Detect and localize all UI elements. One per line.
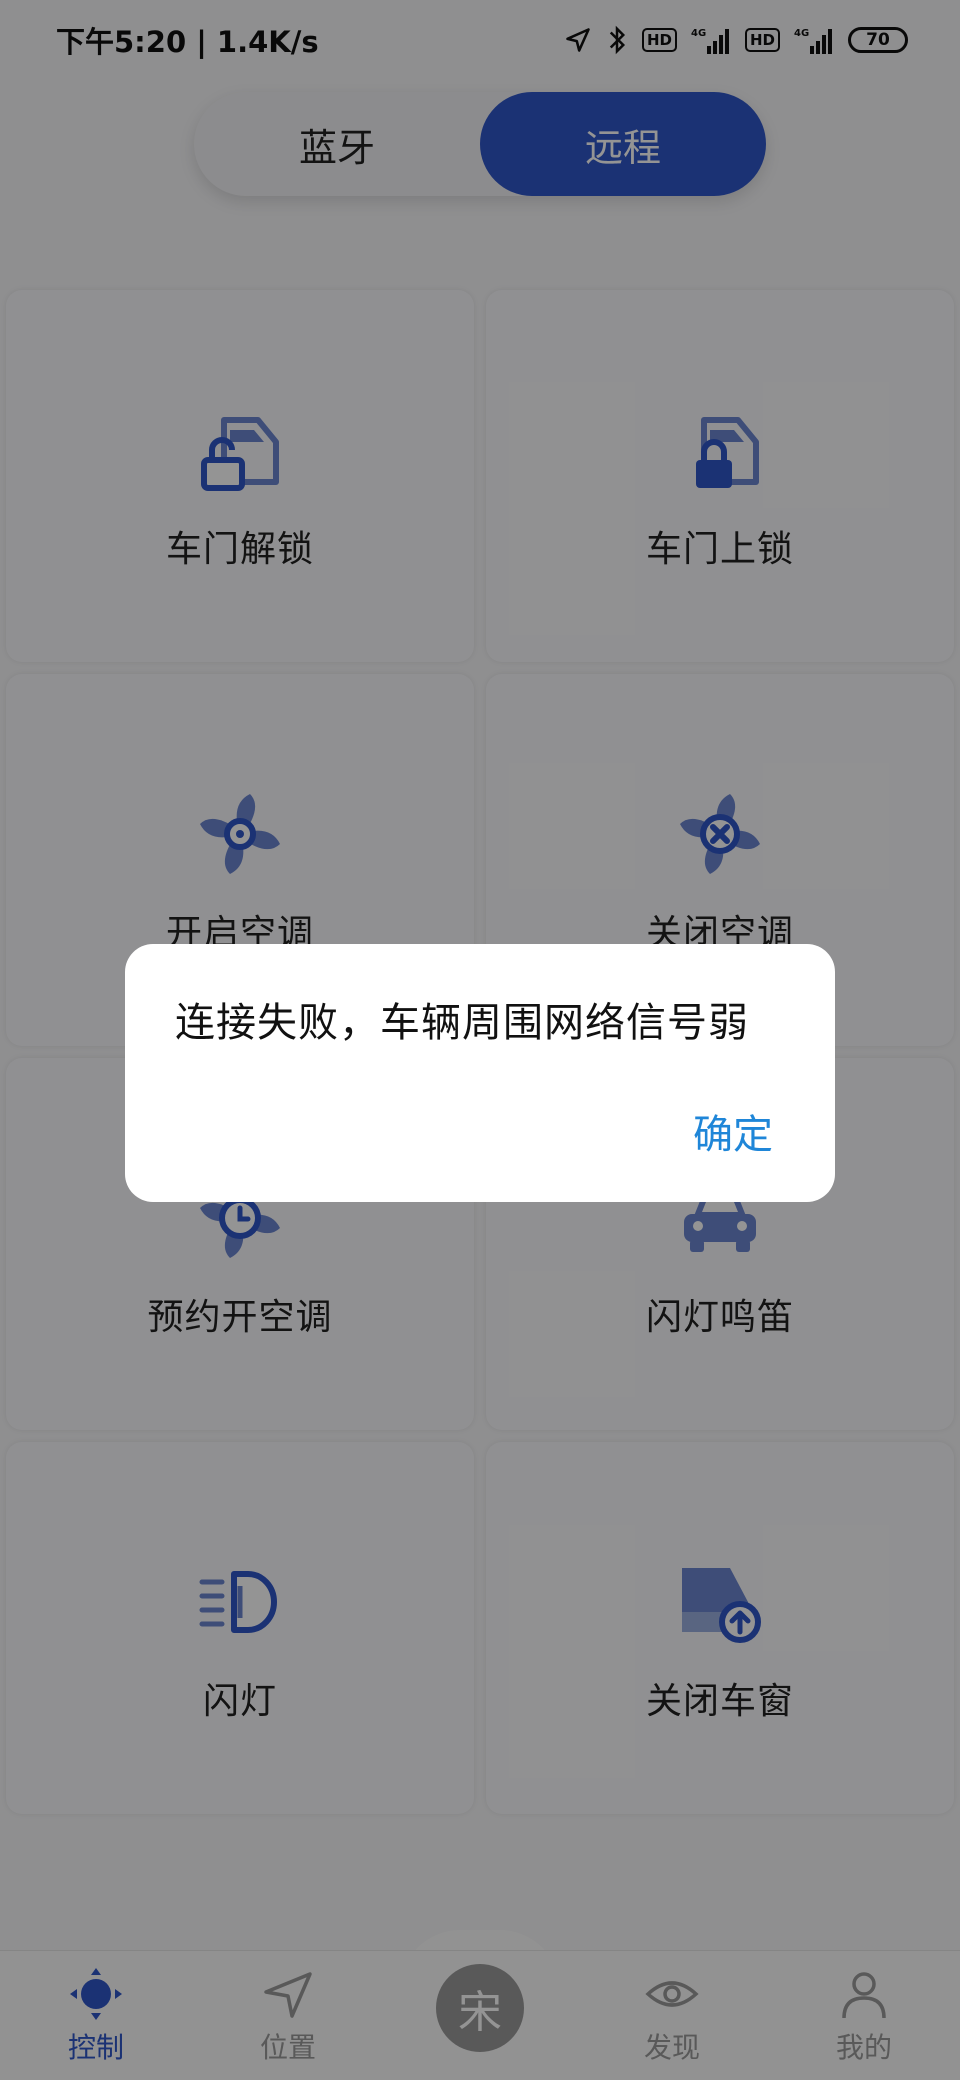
error-dialog: 连接失败，车辆周围网络信号弱 确定 xyxy=(125,944,835,1202)
dialog-confirm-button[interactable]: 确定 xyxy=(693,1102,773,1160)
dialog-message: 连接失败，车辆周围网络信号弱 xyxy=(175,1000,749,1046)
